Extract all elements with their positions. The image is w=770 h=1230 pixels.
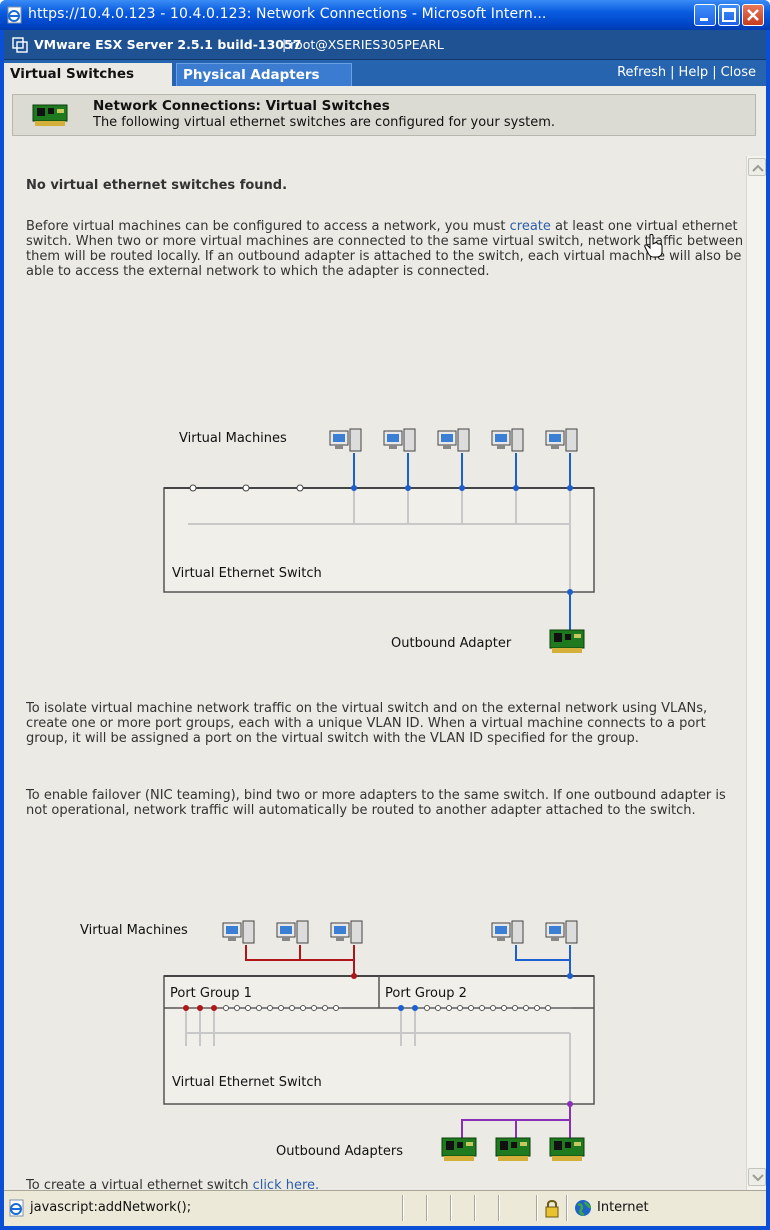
virtual-machine-icon (383, 428, 416, 452)
refresh-link[interactable]: Refresh (617, 65, 666, 80)
tab-physical-adapters[interactable]: Physical Adapters (176, 63, 352, 86)
close-window-button[interactable] (742, 4, 764, 26)
port-group-2-label: Port Group 2 (385, 986, 467, 1001)
network-card-icon (32, 104, 68, 126)
vmware-logo-icon (12, 37, 28, 53)
virtual-machines-label: Virtual Machines (80, 923, 188, 938)
scroll-up-button[interactable] (748, 158, 766, 176)
create-switch-paragraph: To create a virtual ethernet switch clic… (26, 1178, 746, 1190)
close-icon (747, 9, 759, 21)
intro-text-before: Before virtual machines can be configure… (26, 219, 510, 234)
intro-paragraph: Before virtual machines can be configure… (26, 219, 746, 279)
link-separator: | (670, 65, 675, 80)
create-switch-text: To create a virtual ethernet switch (26, 1178, 253, 1190)
status-divider (402, 1195, 404, 1221)
network-adapter-icon (549, 629, 585, 653)
status-divider (566, 1195, 568, 1221)
virtual-machine-icon (330, 920, 363, 944)
no-switches-message: No virtual ethernet switches found. (26, 178, 288, 193)
network-adapter-icon (495, 1137, 531, 1161)
switch-label: Virtual Ethernet Switch (172, 1075, 322, 1090)
single-switch-diagram: Virtual Machines Virtual Ethernet Switch (163, 428, 595, 606)
maximize-icon (722, 8, 736, 22)
vmware-header-bar: VMware ESX Server 2.5.1 build-13057 | ro… (4, 30, 766, 60)
status-divider (536, 1195, 538, 1221)
tab-virtual-switches[interactable]: Virtual Switches (4, 63, 172, 86)
port-group-diagram: Virtual Machines Port Group 1 Port Group… (80, 920, 595, 1107)
logged-in-user: | root@XSERIES305PEARL (282, 37, 444, 52)
switch-label: Virtual Ethernet Switch (172, 566, 322, 581)
port-group-1-lines (245, 945, 355, 976)
link-separator: | (712, 65, 717, 80)
help-link[interactable]: Help (679, 65, 709, 80)
network-adapter-icon (441, 1137, 477, 1161)
virtual-machine-icon (491, 920, 524, 944)
virtual-machine-icon (545, 428, 578, 452)
port-group-2-lines (515, 945, 571, 976)
chevron-up-icon (752, 164, 764, 172)
tab-bar: Virtual Switches Physical Adapters Refre… (4, 60, 766, 86)
ie-page-icon (7, 6, 22, 24)
chevron-down-icon (752, 1174, 764, 1182)
scroll-down-button[interactable] (748, 1168, 766, 1186)
page-status-icon (9, 1199, 24, 1217)
virtual-machine-icon (545, 920, 578, 944)
content-area: No virtual ethernet switches found. Befo… (12, 156, 746, 1190)
outbound-adapters-area: Outbound Adapters (276, 1104, 585, 1161)
maximize-button[interactable] (718, 4, 740, 26)
port-group-1-label: Port Group 1 (170, 986, 252, 1001)
click-here-link[interactable]: click here. (253, 1178, 320, 1190)
lock-icon (545, 1200, 559, 1218)
virtual-machines-label: Virtual Machines (179, 431, 287, 446)
create-link[interactable]: create (510, 219, 551, 234)
vlan-paragraph: To isolate virtual machine network traff… (26, 701, 708, 746)
status-divider (474, 1195, 476, 1221)
browser-client-area: VMware ESX Server 2.5.1 build-13057 | ro… (4, 30, 766, 1226)
window-title: https://10.4.0.123 - 10.4.0.123: Network… (28, 6, 547, 22)
virtual-machine-icon (222, 920, 255, 944)
virtual-machine-icon (276, 920, 309, 944)
status-divider (498, 1195, 500, 1221)
virtual-machine-icon (437, 428, 470, 452)
outbound-adapter-label: Outbound Adapter (391, 636, 512, 651)
virtual-machine-icon (329, 428, 362, 452)
hand-cursor-icon (644, 234, 663, 258)
close-link[interactable]: Close (721, 65, 756, 80)
status-text: javascript:addNetwork(); (30, 1200, 192, 1215)
failover-paragraph: To enable failover (NIC teaming), bind t… (26, 788, 726, 818)
top-links: Refresh | Help | Close (617, 65, 756, 80)
browser-window: https://10.4.0.123 - 10.4.0.123: Network… (0, 0, 770, 1230)
minimize-button[interactable] (694, 4, 716, 26)
page-title: Network Connections: Virtual Switches (93, 98, 390, 114)
status-divider (450, 1195, 452, 1221)
outbound-adapter-area: Outbound Adapter (391, 606, 585, 653)
internet-zone-icon (575, 1200, 592, 1217)
page-header: Network Connections: Virtual Switches Th… (12, 94, 756, 136)
outbound-adapters-label: Outbound Adapters (276, 1144, 403, 1159)
network-adapter-icon (549, 1137, 585, 1161)
main-panel: Network Connections: Virtual Switches Th… (4, 86, 766, 1190)
virtual-machine-icon (491, 428, 524, 452)
security-zone-label: Internet (597, 1200, 649, 1215)
vertical-scrollbar[interactable] (746, 156, 766, 1190)
page-subtitle: The following virtual ethernet switches … (93, 115, 556, 130)
minimize-icon (700, 18, 708, 21)
title-bar[interactable]: https://10.4.0.123 - 10.4.0.123: Network… (0, 0, 770, 30)
adapter-team-lines (461, 1104, 571, 1138)
product-name: VMware ESX Server 2.5.1 build-13057 (34, 37, 302, 52)
status-bar: javascript:addNetwork(); Internet (4, 1190, 766, 1226)
status-divider (426, 1195, 428, 1221)
vm-connection-lines (353, 453, 571, 488)
